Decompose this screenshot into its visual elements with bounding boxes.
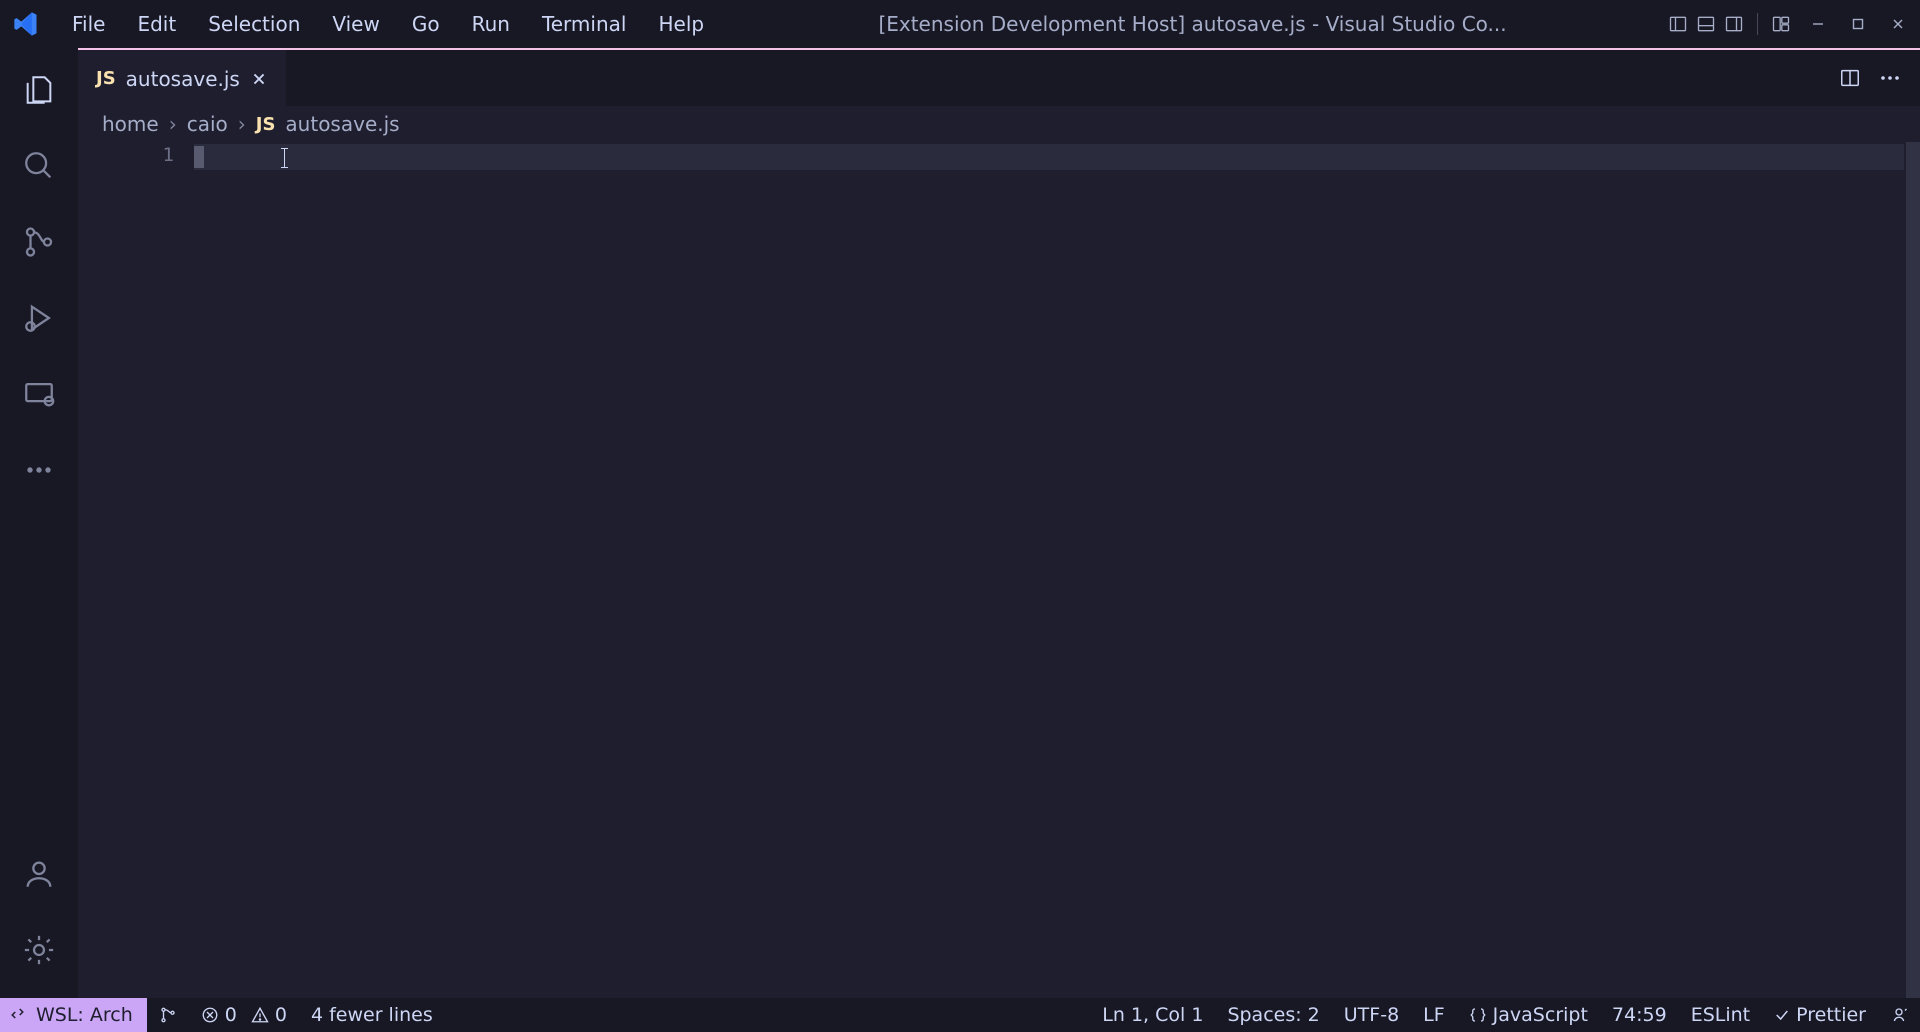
breadcrumb[interactable]: home › caio › JS autosave.js — [78, 106, 1920, 142]
activity-overflow[interactable] — [11, 442, 67, 498]
activity-explorer[interactable] — [11, 62, 67, 118]
menu-view[interactable]: View — [318, 6, 393, 42]
menu-terminal[interactable]: Terminal — [528, 6, 641, 42]
chevron-right-icon: › — [238, 112, 246, 136]
status-port-forward[interactable]: 74:59 — [1600, 1004, 1679, 1026]
status-cursor-position[interactable]: Ln 1, Col 1 — [1090, 1004, 1215, 1026]
editor-actions — [1820, 50, 1920, 106]
text-caret-icon — [284, 148, 285, 168]
tab-autosave-js[interactable]: JS autosave.js — [78, 50, 286, 106]
status-bar: WSL: Arch 0 0 4 fewer lines Ln 1, Col 1 … — [0, 998, 1920, 1032]
editor-cursor — [194, 146, 204, 168]
menubar: File Edit Selection View Go Run Terminal… — [0, 0, 1920, 48]
minimap-scrollbar[interactable] — [1906, 142, 1920, 998]
activity-accounts[interactable] — [11, 846, 67, 902]
menu-run[interactable]: Run — [458, 6, 524, 42]
remote-indicator[interactable]: WSL: Arch — [0, 998, 147, 1032]
vscode-logo-icon — [12, 10, 40, 38]
git-branch-icon — [159, 1006, 177, 1024]
status-feedback[interactable] — [1878, 1006, 1920, 1024]
activity-search[interactable] — [11, 138, 67, 194]
warning-count: 0 — [275, 1004, 287, 1026]
status-git-branch[interactable] — [147, 1006, 189, 1024]
braces-icon — [1469, 1006, 1487, 1024]
warning-icon — [251, 1006, 269, 1024]
window-title: [Extension Development Host] autosave.js… — [722, 12, 1663, 36]
status-prettier-label: Prettier — [1796, 1004, 1866, 1026]
activity-bar — [0, 48, 78, 998]
menu-selection[interactable]: Selection — [194, 6, 314, 42]
status-problems[interactable]: 0 0 — [189, 1004, 299, 1026]
error-icon — [201, 1006, 219, 1024]
line-number-gutter: 1 — [78, 142, 194, 998]
remote-icon — [10, 1006, 28, 1024]
customize-layout-icon[interactable] — [1770, 13, 1792, 35]
check-icon — [1774, 1007, 1790, 1023]
split-editor-icon[interactable] — [1838, 66, 1862, 90]
activity-remote-explorer[interactable] — [11, 366, 67, 422]
menu-help[interactable]: Help — [644, 6, 718, 42]
separator — [1757, 13, 1758, 35]
status-prettier[interactable]: Prettier — [1762, 1004, 1878, 1026]
activity-run-debug[interactable] — [11, 290, 67, 346]
current-line-highlight — [194, 144, 1904, 170]
more-actions-icon[interactable] — [1878, 66, 1902, 90]
status-language-label: JavaScript — [1493, 1004, 1588, 1026]
toggle-primary-sidebar-icon[interactable] — [1667, 13, 1689, 35]
layout-controls — [1667, 10, 1912, 38]
js-badge-icon: JS — [96, 68, 116, 89]
remote-label: WSL: Arch — [36, 1004, 133, 1026]
tab-close-button[interactable] — [250, 70, 268, 88]
feedback-icon — [1890, 1006, 1908, 1024]
chevron-right-icon: › — [169, 112, 177, 136]
status-indentation[interactable]: Spaces: 2 — [1215, 1004, 1331, 1026]
editor-content[interactable] — [194, 142, 1906, 998]
activity-settings[interactable] — [11, 922, 67, 978]
editor-area: JS autosave.js home › caio › JS — [78, 48, 1920, 998]
tab-label: autosave.js — [126, 67, 240, 91]
status-language[interactable]: JavaScript — [1457, 1004, 1600, 1026]
status-eslint[interactable]: ESLint — [1679, 1004, 1762, 1026]
menu-file[interactable]: File — [58, 6, 119, 42]
window-close-button[interactable] — [1884, 10, 1912, 38]
editor-body[interactable]: 1 — [78, 142, 1920, 998]
line-number: 1 — [78, 144, 174, 166]
window-minimize-button[interactable] — [1804, 10, 1832, 38]
window-maximize-button[interactable] — [1844, 10, 1872, 38]
error-count: 0 — [225, 1004, 237, 1026]
activity-source-control[interactable] — [11, 214, 67, 270]
status-encoding[interactable]: UTF-8 — [1332, 1004, 1411, 1026]
menu-go[interactable]: Go — [398, 6, 454, 42]
status-eol[interactable]: LF — [1411, 1004, 1457, 1026]
breadcrumb-segment[interactable]: caio — [187, 112, 228, 136]
toggle-panel-icon[interactable] — [1695, 13, 1717, 35]
js-badge-icon: JS — [256, 114, 276, 135]
status-diff-summary[interactable]: 4 fewer lines — [299, 1004, 445, 1026]
toggle-secondary-sidebar-icon[interactable] — [1723, 13, 1745, 35]
breadcrumb-segment[interactable]: home — [102, 112, 159, 136]
tab-bar: JS autosave.js — [78, 48, 1920, 106]
main-area: JS autosave.js home › caio › JS — [0, 48, 1920, 998]
breadcrumb-segment[interactable]: autosave.js — [285, 112, 399, 136]
menu-edit[interactable]: Edit — [123, 6, 190, 42]
